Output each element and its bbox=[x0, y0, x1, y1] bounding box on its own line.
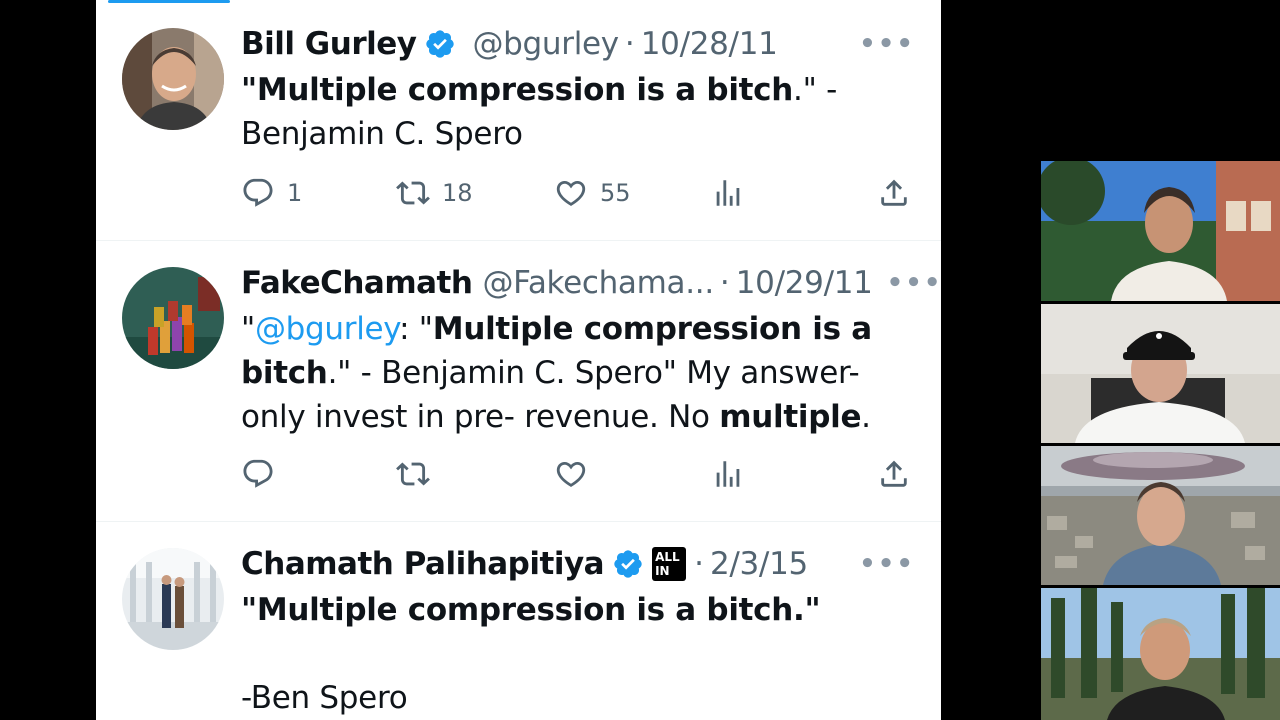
tweet[interactable]: Bill Gurley @bgurley · 10/28/11 ••• "Mul… bbox=[96, 0, 941, 241]
quote-mark: " bbox=[241, 311, 255, 347]
tweet-text-line: Benjamin C. Spero bbox=[241, 112, 901, 156]
like-count: 55 bbox=[600, 179, 631, 207]
like-button[interactable] bbox=[554, 454, 588, 494]
quote-text-end: ." - bbox=[793, 72, 837, 108]
tweet-actions bbox=[241, 454, 913, 494]
verified-badge-icon bbox=[614, 550, 642, 578]
avatar[interactable] bbox=[122, 267, 224, 369]
like-button[interactable]: 55 bbox=[554, 173, 631, 213]
share-icon bbox=[881, 179, 907, 206]
tweet-text-line: "@bgurley: "Multiple compression is a bbox=[241, 307, 901, 351]
tweet-text-line: -Ben Spero bbox=[241, 676, 901, 720]
views-button[interactable] bbox=[711, 173, 745, 213]
tweet-text-line: "Multiple compression is a bitch." - bbox=[241, 68, 901, 112]
quote-text: "Multiple compression is a bitch bbox=[241, 72, 794, 108]
participant-video[interactable] bbox=[1041, 446, 1280, 585]
video-call-panel bbox=[1041, 161, 1280, 720]
affiliate-badge[interactable]: ALL IN bbox=[652, 547, 687, 581]
verified-badge-icon bbox=[426, 30, 455, 58]
tweet-actions: 1 18 55 bbox=[241, 173, 913, 213]
tweet-text-line: only invest in pre- revenue. No multiple… bbox=[241, 395, 901, 439]
views-icon bbox=[716, 180, 740, 206]
tweet-text: "Multiple compression is a bitch." -Ben … bbox=[241, 588, 901, 720]
tweet-text-line bbox=[241, 632, 901, 676]
participant-video[interactable] bbox=[1041, 161, 1280, 301]
share-button[interactable] bbox=[877, 173, 911, 213]
retweet-icon bbox=[396, 462, 430, 486]
text-segment: . bbox=[861, 399, 871, 435]
tweet-header: Chamath Palihapitiya ALL IN · 2/3/15 ••• bbox=[241, 544, 915, 584]
handle[interactable]: @Fakechama... bbox=[482, 265, 714, 301]
separator: · bbox=[624, 26, 635, 62]
bold-text: multiple bbox=[719, 399, 862, 435]
display-name[interactable]: Chamath Palihapitiya bbox=[241, 546, 605, 582]
avatar[interactable] bbox=[122, 28, 224, 130]
retweet-icon bbox=[396, 181, 430, 205]
text-segment: : " bbox=[399, 311, 433, 347]
more-icon[interactable]: ••• bbox=[845, 549, 915, 579]
affiliate-badge-line: ALL bbox=[655, 550, 680, 564]
handle[interactable]: @bgurley bbox=[472, 26, 619, 62]
reply-icon bbox=[243, 459, 273, 488]
reply-button[interactable]: 1 bbox=[241, 173, 302, 213]
tweet[interactable]: FakeChamath @Fakechama... · 10/29/11 •••… bbox=[96, 241, 941, 522]
reply-icon bbox=[243, 178, 273, 207]
retweet-button[interactable]: 18 bbox=[396, 173, 473, 213]
participant-video[interactable] bbox=[1041, 304, 1280, 443]
mention-link[interactable]: @bgurley bbox=[255, 311, 399, 347]
display-name[interactable]: FakeChamath bbox=[241, 265, 473, 301]
text-segment: only invest in pre- revenue. No bbox=[241, 399, 720, 435]
share-button[interactable] bbox=[877, 454, 911, 494]
reply-button[interactable] bbox=[241, 454, 275, 494]
attribution-text: Benjamin C. Spero bbox=[241, 116, 523, 152]
reply-count: 1 bbox=[287, 179, 303, 207]
tweet-text: "Multiple compression is a bitch." - Ben… bbox=[241, 68, 901, 156]
retweet-button[interactable] bbox=[396, 454, 430, 494]
retweet-count: 18 bbox=[442, 179, 473, 207]
tweet-header: FakeChamath @Fakechama... · 10/29/11 ••• bbox=[241, 263, 940, 303]
tweet-header: Bill Gurley @bgurley · 10/28/11 ••• bbox=[241, 24, 915, 64]
like-icon bbox=[556, 461, 586, 487]
more-icon[interactable]: ••• bbox=[845, 29, 915, 59]
tweet-text-line: bitch." - Benjamin C. Spero" My answer- bbox=[241, 351, 901, 395]
bold-text: "Multiple compression is a bitch." bbox=[241, 592, 821, 628]
separator: · bbox=[719, 265, 730, 301]
attribution-text: -Ben Spero bbox=[241, 680, 408, 716]
bold-text: Multiple compression is a bbox=[432, 311, 872, 347]
display-name[interactable]: Bill Gurley bbox=[241, 26, 417, 62]
separator: · bbox=[694, 546, 704, 582]
tweet-text-line: "Multiple compression is a bitch." bbox=[241, 588, 901, 632]
like-icon bbox=[556, 180, 586, 206]
bold-text: bitch bbox=[241, 355, 328, 391]
share-icon bbox=[881, 460, 907, 487]
tweet-text: "@bgurley: "Multiple compression is a bi… bbox=[241, 307, 901, 439]
more-icon[interactable]: ••• bbox=[873, 268, 941, 298]
tweet-date[interactable]: 10/28/11 bbox=[641, 26, 778, 62]
tweet[interactable]: Chamath Palihapitiya ALL IN · 2/3/15 •••… bbox=[96, 522, 941, 720]
affiliate-badge-line: IN bbox=[655, 564, 670, 578]
tweet-date[interactable]: 2/3/15 bbox=[710, 546, 808, 582]
text-segment: ." - Benjamin C. Spero" My answer- bbox=[327, 355, 860, 391]
avatar[interactable] bbox=[122, 548, 224, 650]
tweet-date[interactable]: 10/29/11 bbox=[736, 265, 873, 301]
views-icon bbox=[716, 461, 740, 487]
timeline-feed: Bill Gurley @bgurley · 10/28/11 ••• "Mul… bbox=[96, 0, 941, 720]
views-button[interactable] bbox=[711, 454, 745, 494]
participant-video[interactable] bbox=[1041, 588, 1280, 720]
